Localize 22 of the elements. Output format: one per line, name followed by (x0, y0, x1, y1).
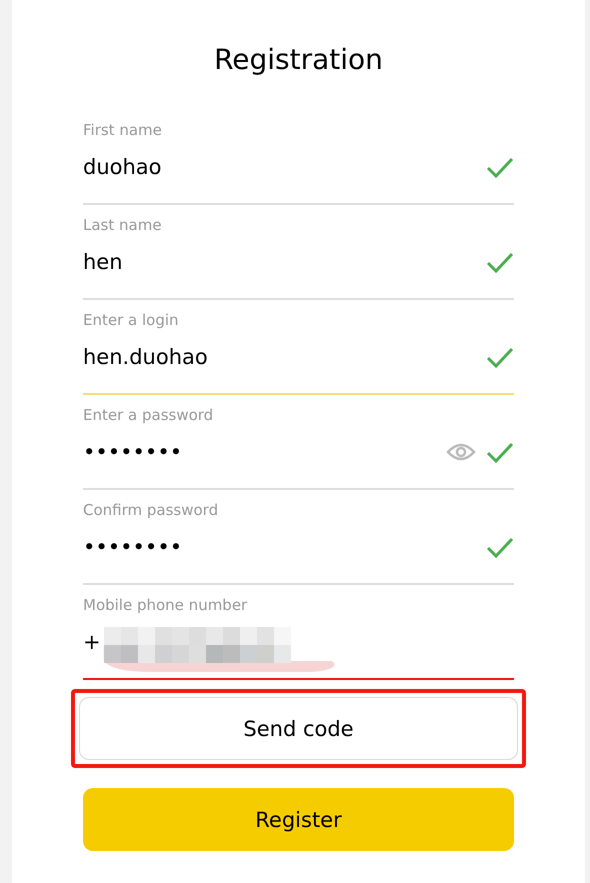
field-label: Enter a password (83, 405, 214, 425)
input-field[interactable]: Mobile phone number + (83, 585, 514, 680)
send-code-button[interactable]: Send code (79, 697, 518, 760)
field-value: duohao (83, 154, 162, 181)
input-field[interactable]: Enter a login hen.duohao (83, 300, 514, 395)
field-value: •••••••• (83, 439, 182, 466)
field-label: Enter a login (83, 310, 179, 330)
register-button[interactable]: Register (83, 788, 514, 851)
field-value: •••••••• (83, 534, 182, 561)
input-field[interactable]: Confirm password •••••••• (83, 490, 514, 585)
field-label: Last name (83, 215, 162, 235)
input-field[interactable]: Last name hen (83, 205, 514, 300)
field-label: Mobile phone number (83, 595, 248, 615)
field-value: hen.duohao (83, 344, 208, 371)
input-field[interactable]: Enter a password •••••••• (83, 395, 514, 490)
field-value: + (83, 629, 101, 656)
field-label: First name (83, 120, 162, 140)
field-label: Confirm password (83, 500, 218, 520)
page-title: Registration (213, 42, 384, 78)
input-field[interactable]: First name duohao (83, 110, 514, 205)
field-value: hen (83, 249, 123, 276)
eye-icon[interactable] (446, 442, 476, 462)
